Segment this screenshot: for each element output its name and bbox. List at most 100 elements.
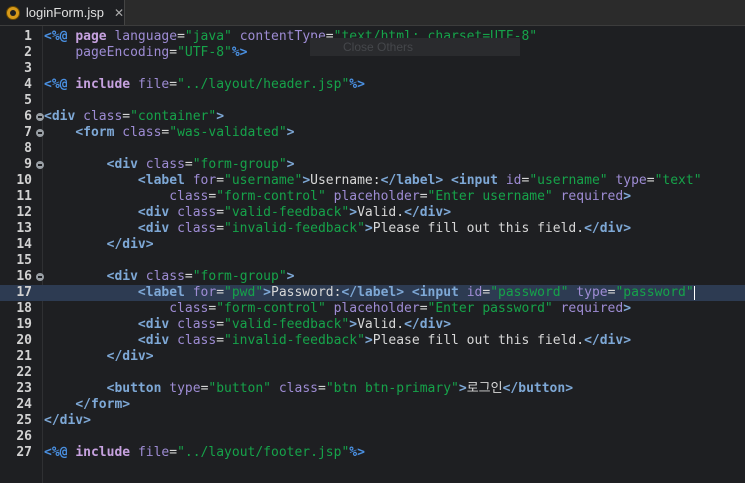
code-token-tag: > <box>286 157 295 172</box>
line-number: 2 <box>0 45 42 61</box>
code-line[interactable]: <div class="form-group"> <box>42 269 745 285</box>
code-token-plain: Please fill out this field. <box>372 221 585 236</box>
code-token-dir: <%@ <box>44 77 76 92</box>
code-token-plain: = <box>216 333 225 348</box>
line-number: 8 <box>0 141 42 157</box>
code-token-str: "pwd" <box>224 285 264 300</box>
line-number: 3 <box>0 61 42 77</box>
code-line[interactable] <box>42 365 745 381</box>
code-token-tag: <label <box>137 285 193 300</box>
code-token-tag: <button <box>106 381 170 396</box>
code-line[interactable]: <%@ include file="../layout/footer.jsp"%… <box>42 445 745 461</box>
code-line[interactable]: <label for="username">Username:</label> … <box>42 173 745 189</box>
code-area[interactable]: <%@ page language="java" contentType="te… <box>42 26 745 483</box>
faded-tooltip: Close Others <box>310 38 520 56</box>
code-line[interactable]: <button type="button" class="btn btn-pri… <box>42 381 745 397</box>
line-number: 19 <box>0 317 42 333</box>
code-token-tag: <div <box>137 317 178 332</box>
line-number: 14 <box>0 237 42 253</box>
code-line[interactable] <box>42 93 745 109</box>
code-line[interactable]: <form class="was-validated"> <box>42 125 745 141</box>
code-token-tag: </div> <box>106 349 154 364</box>
code-token-str: "../layout/header.jsp" <box>177 77 350 92</box>
code-token-kw: include <box>75 445 138 460</box>
code-token-attr: class <box>177 205 217 220</box>
code-text: <div class="form-group"> <box>44 157 295 173</box>
line-number: 17 <box>0 285 42 301</box>
code-line[interactable]: class="form-control" placeholder="Enter … <box>42 189 745 205</box>
code-token-plain: = <box>177 29 185 44</box>
code-token-attr: id <box>466 285 483 300</box>
code-line[interactable] <box>42 141 745 157</box>
code-token-attr: class <box>83 109 123 124</box>
code-token-attr: class <box>177 333 217 348</box>
code-line[interactable]: <label for="pwd">Password:</label> <inpu… <box>42 285 745 301</box>
line-number-text: 23 <box>16 381 32 396</box>
code-line[interactable]: <div class="valid-feedback">Valid.</div> <box>42 317 745 333</box>
code-token-plain: = <box>169 445 178 460</box>
code-line[interactable]: <div class="container"> <box>42 109 745 125</box>
code-token-attr: class <box>177 317 217 332</box>
line-number: 5 <box>0 93 42 109</box>
line-number: 6 <box>0 109 44 125</box>
close-icon[interactable]: ✕ <box>114 6 124 20</box>
code-line[interactable]: <div class="valid-feedback">Valid.</div> <box>42 205 745 221</box>
code-token-tag: > <box>364 221 373 236</box>
code-line[interactable]: <div class="invalid-feedback">Please fil… <box>42 333 745 349</box>
code-token-plain: Valid. <box>357 205 405 220</box>
code-token-str: "form-control" <box>216 301 326 316</box>
code-token-tag: > <box>623 189 632 204</box>
code-text: <button type="button" class="btn btn-pri… <box>44 381 573 397</box>
code-token-tag: <input <box>451 173 506 188</box>
code-token-plain: = <box>169 77 178 92</box>
code-text: <div class="invalid-feedback">Please fil… <box>44 333 631 349</box>
code-token-tag: </label> <box>341 285 405 300</box>
code-line[interactable]: </div> <box>42 413 745 429</box>
tab-loginform-jsp[interactable]: loginForm.jsp ✕ <box>0 0 125 25</box>
code-token-tag: <div <box>106 269 146 284</box>
code-text: class="form-control" placeholder="Enter … <box>44 189 631 205</box>
code-token-kw: include <box>75 77 138 92</box>
line-number-text: 27 <box>16 445 32 460</box>
code-line[interactable]: class="form-control" placeholder="Enter … <box>42 301 745 317</box>
code-line[interactable] <box>42 61 745 77</box>
code-line[interactable]: </form> <box>42 397 745 413</box>
code-token-plain: = <box>419 189 428 204</box>
editor-tab-bar: loginForm.jsp ✕ <box>0 0 745 26</box>
code-token-str: "button" <box>208 381 272 396</box>
code-line[interactable]: <%@ include file="../layout/header.jsp"%… <box>42 77 745 93</box>
code-editor[interactable]: 1 2 3 4 5 6 7 8 9 10 11 12 13 14 15 16 17 18 19 20 21 22 23 24 2… <box>0 26 745 483</box>
code-token-attr: for <box>192 173 217 188</box>
code-token-tag: > <box>349 205 358 220</box>
code-token-str: "container" <box>130 109 217 124</box>
code-text: pageEncoding="UTF-8"%> <box>44 45 248 61</box>
code-token-tag: > <box>364 333 373 348</box>
line-number: 24 <box>0 397 42 413</box>
code-line[interactable] <box>42 429 745 445</box>
code-token-plain: = <box>216 173 225 188</box>
code-token-dir: %> <box>231 45 248 60</box>
code-token-attr: class <box>145 269 185 284</box>
code-token-attr: class <box>145 157 185 172</box>
line-number-text: 16 <box>16 269 32 284</box>
code-token-str: "java" <box>184 29 232 44</box>
code-line[interactable]: <div class="form-group"> <box>42 157 745 173</box>
code-text: <div class="invalid-feedback">Please fil… <box>44 221 631 237</box>
code-token-dir: %> <box>349 77 365 92</box>
code-line[interactable] <box>42 253 745 269</box>
line-number: 21 <box>0 349 42 365</box>
code-line[interactable]: </div> <box>42 349 745 365</box>
code-line[interactable]: </div> <box>42 237 745 253</box>
code-line[interactable]: <div class="invalid-feedback">Please fil… <box>42 221 745 237</box>
code-token-attr: type <box>615 173 647 188</box>
code-token-dir: %> <box>349 445 365 460</box>
line-number-text: 5 <box>24 93 32 108</box>
